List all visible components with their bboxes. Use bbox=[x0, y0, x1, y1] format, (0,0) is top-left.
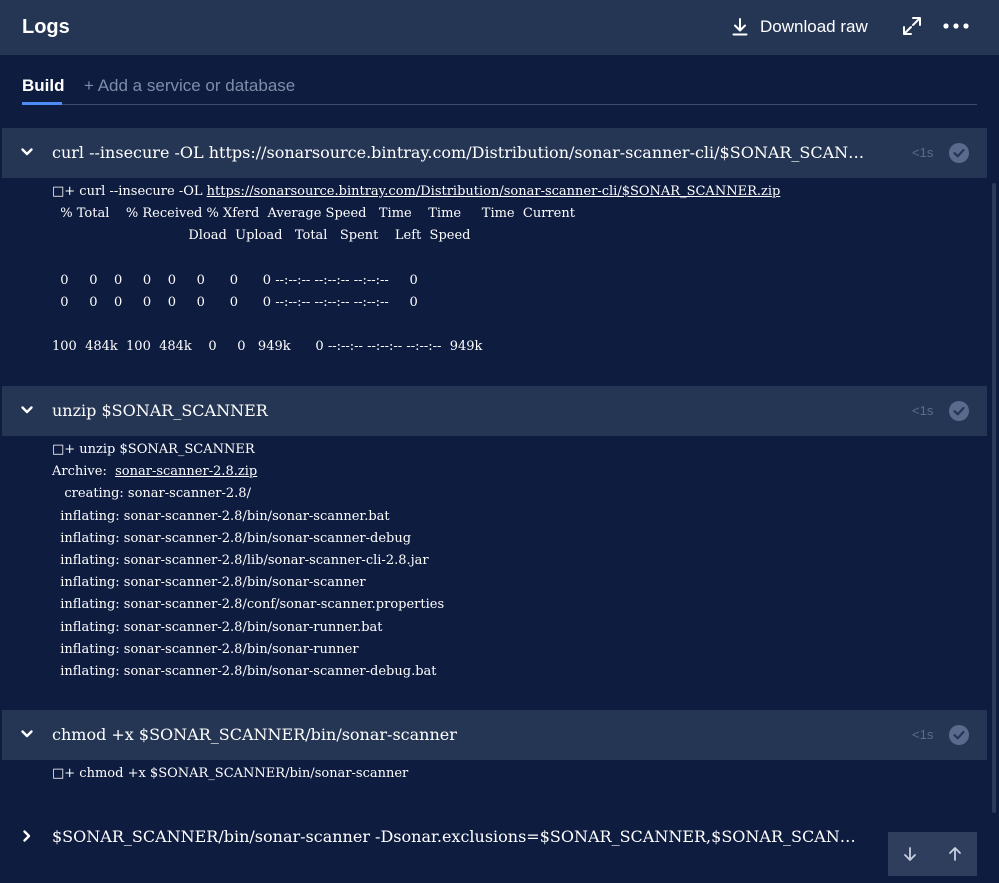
active-tab-indicator bbox=[22, 102, 62, 105]
log-line: 0 0 0 0 0 0 0 0 --:--:-- --:--:-- --:--:… bbox=[52, 272, 418, 288]
log-line: □+ unzip $SONAR_SCANNER bbox=[52, 442, 255, 457]
check-circle-icon bbox=[949, 401, 969, 421]
arrow-down-icon[interactable] bbox=[902, 846, 918, 862]
page-title: Logs bbox=[22, 16, 70, 38]
log-line: inflating: sonar-scanner-2.8/bin/sonar-s… bbox=[52, 530, 412, 546]
download-icon bbox=[732, 18, 748, 36]
check-circle-icon bbox=[949, 143, 969, 163]
logs-header: Logs Download raw bbox=[0, 0, 999, 55]
arrow-up-icon[interactable] bbox=[947, 846, 963, 862]
scroll-controls bbox=[888, 832, 977, 876]
step-command: chmod +x $SONAR_SCANNER/bin/sonar-scanne… bbox=[52, 725, 457, 744]
expand-icon bbox=[903, 17, 921, 35]
log-command-prefix: □+ curl --insecure -OL bbox=[52, 184, 207, 199]
download-raw-label: Download raw bbox=[760, 17, 868, 36]
tab-build[interactable]: Build bbox=[22, 76, 65, 96]
log-line: inflating: sonar-scanner-2.8/bin/sonar-s… bbox=[52, 575, 366, 591]
check-circle-icon bbox=[949, 725, 969, 745]
step-unzip-log: □+ unzip $SONAR_SCANNER Archive: sonar-s… bbox=[52, 439, 444, 683]
log-line: Dload Upload Total Spent Left Speed bbox=[52, 228, 471, 244]
log-line: 100 484k 100 484k 0 0 949k 0 --:--:-- --… bbox=[52, 339, 483, 355]
log-scrollbar[interactable] bbox=[992, 183, 996, 813]
log-line: creating: sonar-scanner-2.8/ bbox=[52, 486, 251, 502]
log-line: inflating: sonar-scanner-2.8/bin/sonar-r… bbox=[52, 619, 383, 635]
log-line: 0 0 0 0 0 0 0 0 --:--:-- --:--:-- --:--:… bbox=[52, 294, 418, 310]
archive-prefix: Archive: bbox=[52, 464, 116, 480]
log-line: inflating: sonar-scanner-2.8/bin/sonar-s… bbox=[52, 663, 437, 679]
download-raw-button[interactable]: Download raw bbox=[732, 15, 868, 39]
archive-link[interactable]: sonar-scanner-2.8.zip bbox=[115, 464, 257, 479]
step-command: curl --insecure -OL https://sonarsource.… bbox=[52, 143, 872, 162]
more-options-button[interactable] bbox=[942, 16, 970, 36]
service-tabs: Build + Add a service or database bbox=[0, 55, 999, 125]
step-unzip[interactable]: unzip $SONAR_SCANNER <1s bbox=[2, 386, 987, 436]
log-line: □+ chmod +x $SONAR_SCANNER/bin/sonar-sca… bbox=[52, 766, 409, 781]
step-curl[interactable]: curl --insecure -OL https://sonarsource.… bbox=[2, 128, 987, 178]
chevron-right-icon bbox=[23, 830, 31, 842]
step-duration: <1s bbox=[912, 727, 934, 742]
log-line: inflating: sonar-scanner-2.8/conf/sonar-… bbox=[52, 597, 445, 613]
log-link[interactable]: https://sonarsource.bintray.com/Distribu… bbox=[207, 184, 781, 199]
log-line: % Total % Received % Xferd Average Speed… bbox=[52, 206, 575, 222]
step-chmod-log: □+ chmod +x $SONAR_SCANNER/bin/sonar-sca… bbox=[52, 763, 408, 785]
log-line: inflating: sonar-scanner-2.8/bin/sonar-r… bbox=[52, 641, 359, 657]
log-line: inflating: sonar-scanner-2.8/lib/sonar-s… bbox=[52, 552, 429, 568]
log-line: Archive: sonar-scanner-2.8.zip bbox=[52, 461, 444, 483]
step-command: unzip $SONAR_SCANNER bbox=[52, 401, 268, 420]
step-duration: <1s bbox=[912, 145, 934, 160]
chevron-down-icon bbox=[21, 406, 33, 414]
chevron-down-icon bbox=[21, 730, 33, 738]
tabs-divider bbox=[22, 104, 977, 105]
step-curl-log: □+ curl --insecure -OL https://sonarsour… bbox=[52, 181, 780, 359]
log-line: inflating: sonar-scanner-2.8/bin/sonar-s… bbox=[52, 508, 390, 524]
step-command: $SONAR_SCANNER/bin/sonar-scanner -Dsonar… bbox=[52, 827, 867, 846]
step-duration: <1s bbox=[912, 403, 934, 418]
log-line: □+ curl --insecure -OL https://sonarsour… bbox=[52, 181, 780, 203]
step-sonar-scanner[interactable]: $SONAR_SCANNER/bin/sonar-scanner -Dsonar… bbox=[2, 812, 987, 862]
add-service-tab[interactable]: + Add a service or database bbox=[84, 76, 295, 96]
chevron-down-icon bbox=[21, 148, 33, 156]
expand-button[interactable] bbox=[902, 16, 922, 36]
more-dots-icon bbox=[943, 23, 969, 29]
step-chmod[interactable]: chmod +x $SONAR_SCANNER/bin/sonar-scanne… bbox=[2, 710, 987, 760]
